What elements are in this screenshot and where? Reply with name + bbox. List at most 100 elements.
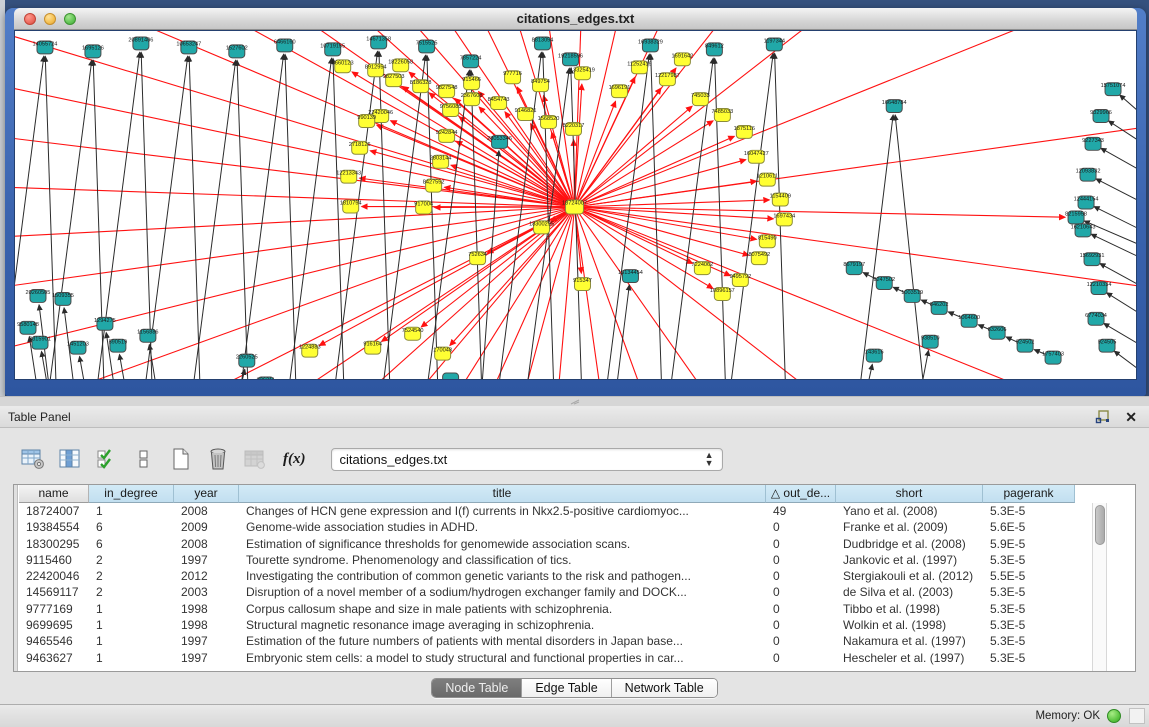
graph-node[interactable]: 7485033 bbox=[711, 109, 733, 122]
table-cell[interactable]: Corpus callosum shape and size in male p… bbox=[239, 601, 766, 617]
graph-node[interactable]: 849612 bbox=[705, 43, 724, 56]
graph-node[interactable]: 7515525 bbox=[416, 40, 438, 53]
graph-node[interactable]: 16648784 bbox=[882, 100, 907, 113]
close-panel-icon[interactable]: ✕ bbox=[1125, 408, 1137, 426]
table-mode-icon[interactable] bbox=[20, 446, 46, 472]
graph-node[interactable]: 12210334 bbox=[1087, 282, 1112, 295]
table-cell[interactable]: 19384554 bbox=[19, 519, 89, 535]
table-cell[interactable]: 6 bbox=[89, 536, 174, 552]
graph-node[interactable]: 9756085 bbox=[440, 104, 462, 117]
graph-node[interactable]: 1294275 bbox=[94, 317, 116, 330]
table-row[interactable]: 911546021997Tourette syndrome. Phenomeno… bbox=[19, 552, 1075, 568]
table-cell[interactable]: 2 bbox=[89, 568, 174, 584]
function-builder-icon[interactable]: f(x) bbox=[283, 451, 306, 468]
graph-node[interactable]: 18226058 bbox=[388, 59, 413, 72]
memory-status-indicator[interactable] bbox=[1107, 709, 1121, 723]
table-cell[interactable]: Disruption of a novel member of a sodium… bbox=[239, 584, 766, 600]
graph-node[interactable]: 1757403 bbox=[1042, 351, 1064, 364]
scrollbar-thumb[interactable] bbox=[1095, 505, 1105, 545]
table-cell[interactable]: 9463627 bbox=[19, 650, 89, 666]
graph-node[interactable]: 15751074 bbox=[1101, 83, 1126, 96]
graph-node[interactable]: 1509355 bbox=[52, 292, 74, 305]
table-cell[interactable]: 1 bbox=[89, 650, 174, 666]
graph-node[interactable]: 9242844 bbox=[436, 129, 458, 142]
network-canvas[interactable]: 1405572416951262089140610653247152760264… bbox=[14, 30, 1137, 380]
graph-node[interactable]: 3315901 bbox=[29, 336, 51, 349]
table-row[interactable]: 969969511998Structural magnetic resonanc… bbox=[19, 617, 1075, 633]
graph-node[interactable]: 18724007 bbox=[562, 200, 587, 214]
table-cell[interactable]: 18724007 bbox=[19, 503, 89, 519]
graph-node[interactable]: 7224062 bbox=[692, 262, 714, 275]
graph-node[interactable]: 815490 bbox=[758, 235, 777, 248]
table-cell[interactable]: 5.3E-5 bbox=[983, 617, 1075, 633]
graph-node[interactable]: 2718126 bbox=[349, 141, 371, 154]
graph-node[interactable]: 1210611 bbox=[757, 173, 778, 186]
table-cell[interactable]: 5.3E-5 bbox=[983, 601, 1075, 617]
graph-node[interactable]: 1154409 bbox=[770, 193, 791, 206]
graph-node[interactable]: 8215958 bbox=[1065, 211, 1087, 224]
graph-node[interactable]: 849754 bbox=[531, 79, 550, 92]
graph-node[interactable]: 915466 bbox=[462, 77, 481, 90]
table-cell[interactable]: 22420046 bbox=[19, 568, 89, 584]
table-cell[interactable]: 5.3E-5 bbox=[983, 584, 1075, 600]
graph-node[interactable]: 1697434 bbox=[773, 213, 795, 226]
graph-node[interactable]: 1527602 bbox=[226, 45, 248, 58]
graph-node[interactable]: 1064600 bbox=[958, 314, 980, 327]
table-cell[interactable]: 2 bbox=[89, 552, 174, 568]
tab-node-table[interactable]: Node Table bbox=[432, 679, 522, 697]
graph-node[interactable]: 8454743 bbox=[488, 97, 510, 110]
table-selector-dropdown[interactable]: citations_edges.txt ▲▼ bbox=[331, 448, 723, 471]
table-cell[interactable]: Franke et al. (2009) bbox=[836, 519, 983, 535]
graph-node[interactable]: 8813054 bbox=[532, 37, 554, 50]
graph-node[interactable]: 18300295 bbox=[529, 221, 554, 234]
table-row[interactable]: 946362711997Embryonic stem cells: a mode… bbox=[19, 650, 1075, 666]
graph-node[interactable]: 9580148 bbox=[17, 321, 39, 334]
table-cell[interactable]: 9465546 bbox=[19, 633, 89, 649]
graph-node[interactable]: 6466160 bbox=[274, 39, 296, 52]
graph-node[interactable]: 12217987 bbox=[655, 73, 680, 86]
table-cell[interactable]: 2003 bbox=[174, 584, 239, 600]
column-header-in_degree[interactable]: in_degree bbox=[89, 485, 174, 503]
table-cell[interactable]: 5.6E-5 bbox=[983, 519, 1075, 535]
table-cell[interactable]: 0 bbox=[766, 584, 836, 600]
graph-node[interactable]: 8186328 bbox=[410, 80, 432, 93]
table-cell[interactable]: 1998 bbox=[174, 617, 239, 633]
table-cell[interactable]: 5.3E-5 bbox=[983, 633, 1075, 649]
column-header-year[interactable]: year bbox=[174, 485, 239, 503]
graph-node[interactable]: 1695126 bbox=[82, 45, 104, 58]
table-cell[interactable]: Tibbo et al. (1998) bbox=[836, 601, 983, 617]
graph-node[interactable]: 20260505 bbox=[26, 290, 51, 303]
table-row[interactable]: 2242004622012Investigating the contribut… bbox=[19, 568, 1075, 584]
select-all-icon[interactable] bbox=[94, 446, 120, 472]
graph-node[interactable]: 13325419 bbox=[570, 67, 595, 80]
table-cell[interactable]: 1997 bbox=[174, 650, 239, 666]
graph-node[interactable]: 16938329 bbox=[638, 39, 663, 52]
table-cell[interactable]: 1997 bbox=[174, 633, 239, 649]
tab-network-table[interactable]: Network Table bbox=[612, 679, 717, 697]
graph-node[interactable]: 15134454 bbox=[618, 270, 643, 283]
graph-node[interactable]: 10719155 bbox=[320, 43, 345, 56]
table-cell[interactable]: Structural magnetic resonance image aver… bbox=[239, 617, 766, 633]
graph-node[interactable]: 6774034 bbox=[1085, 312, 1107, 325]
table-cell[interactable]: 0 bbox=[766, 536, 836, 552]
graph-node[interactable]: 9495792 bbox=[729, 274, 751, 287]
table-row[interactable]: 1872400712008Changes of HCN gene express… bbox=[19, 503, 1075, 519]
graph-node[interactable]: 8679197 bbox=[843, 262, 865, 275]
table-row[interactable]: 1830029562008Estimation of significance … bbox=[19, 536, 1075, 552]
table-cell[interactable]: Nakamura et al. (1997) bbox=[836, 633, 983, 649]
table-cell[interactable]: 0 bbox=[766, 552, 836, 568]
graph-node[interactable]: 1451203 bbox=[67, 341, 89, 354]
table-cell[interactable]: 9699695 bbox=[19, 617, 89, 633]
table-cell[interactable]: 1998 bbox=[174, 601, 239, 617]
table-cell[interactable]: 5.3E-5 bbox=[983, 650, 1075, 666]
window-titlebar[interactable]: citations_edges.txt bbox=[14, 8, 1137, 30]
table-cell[interactable]: 2012 bbox=[174, 568, 239, 584]
delete-column-icon[interactable] bbox=[205, 446, 231, 472]
graph-node[interactable]: 170048 bbox=[433, 347, 452, 360]
graph-node[interactable]: 8660123 bbox=[332, 60, 354, 73]
graph-node[interactable]: 14055724 bbox=[33, 41, 58, 54]
graph-node[interactable]: 745033 bbox=[691, 93, 710, 106]
graph-node[interactable]: 917004 bbox=[414, 201, 433, 214]
table-cell[interactable]: Dudbridge et al. (2008) bbox=[836, 536, 983, 552]
graph-node[interactable]: 8220317 bbox=[563, 122, 585, 135]
